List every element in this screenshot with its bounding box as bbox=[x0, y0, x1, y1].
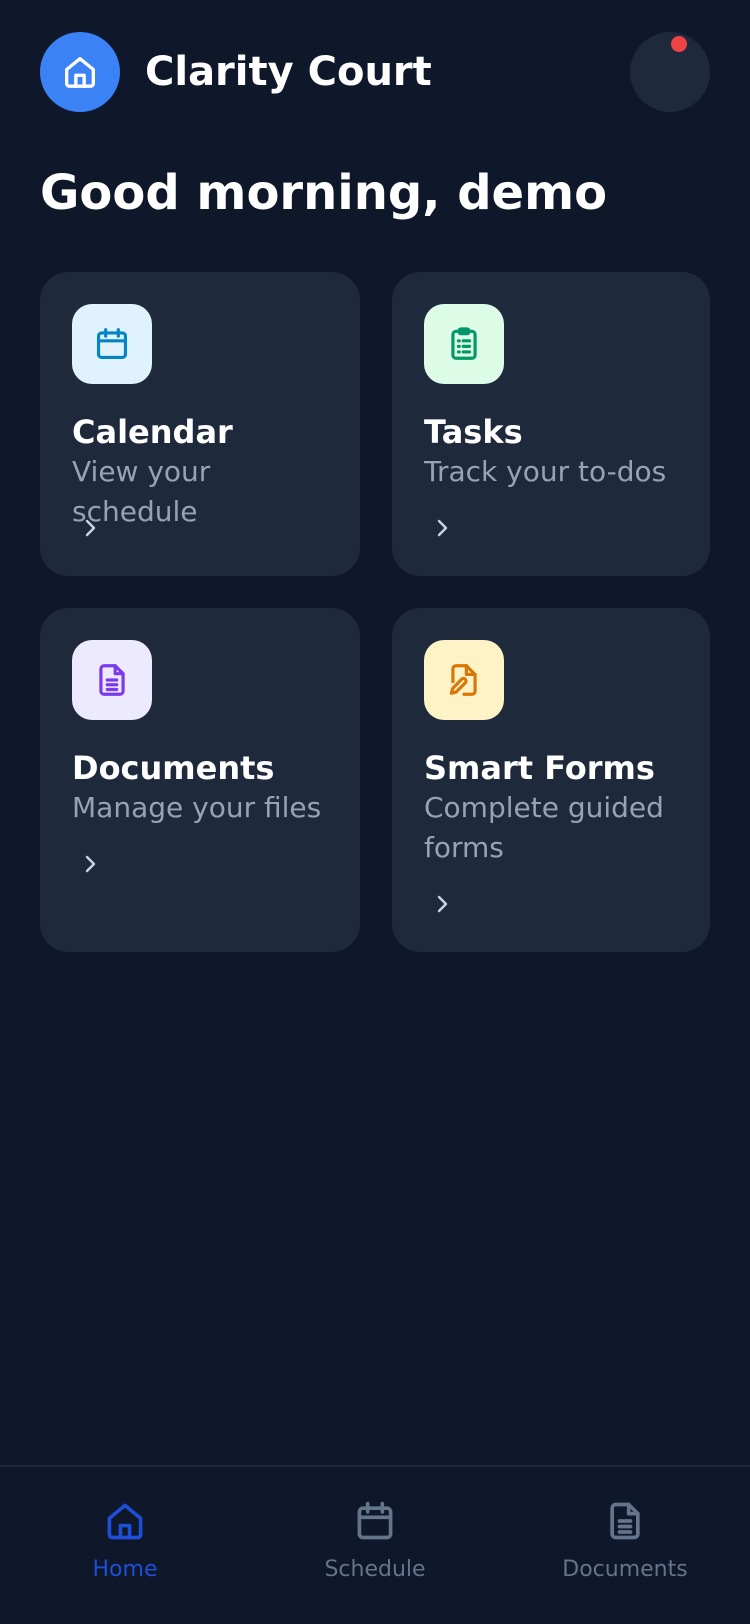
calendar-card-icon bbox=[72, 304, 152, 384]
app-title: Clarity Court bbox=[145, 49, 432, 95]
clipboard-list-icon bbox=[451, 327, 477, 360]
file-signature-icon bbox=[449, 664, 477, 696]
smart-forms-card-description: Complete guided forms bbox=[424, 791, 664, 864]
calendar-icon bbox=[357, 1501, 393, 1540]
tasks-card-icon bbox=[424, 304, 504, 384]
nav-label-documents: Documents bbox=[562, 1557, 688, 1579]
chevron-right-icon bbox=[85, 855, 96, 873]
chevron-right-icon bbox=[437, 519, 448, 537]
smart-forms-card[interactable]: Smart Forms Complete guided forms bbox=[392, 608, 710, 952]
app-header: Clarity Court bbox=[0, 0, 750, 150]
tasks-card[interactable]: Tasks Track your to-dos bbox=[392, 272, 710, 576]
nav-item-documents[interactable]: Documents bbox=[500, 1467, 750, 1579]
smart-forms-card-icon bbox=[424, 640, 504, 720]
home-icon bbox=[65, 57, 96, 88]
nav-item-schedule[interactable]: Schedule bbox=[250, 1467, 500, 1579]
file-text-icon bbox=[99, 664, 125, 696]
documents-card-title: Documents bbox=[72, 749, 275, 787]
calendar-icon bbox=[96, 328, 128, 360]
chevron-right-icon bbox=[437, 895, 448, 913]
calendar-card-description: View your schedule bbox=[72, 455, 211, 528]
smart-forms-card-title: Smart Forms bbox=[424, 749, 655, 787]
tasks-card-title: Tasks bbox=[424, 413, 523, 451]
tasks-card-description: Track your to-dos bbox=[424, 455, 667, 488]
bottom-navigation: Home Schedule Documents bbox=[0, 1465, 750, 1624]
nav-label-schedule: Schedule bbox=[324, 1557, 426, 1579]
app-logo[interactable] bbox=[40, 32, 120, 112]
calendar-card-title: Calendar bbox=[72, 413, 233, 451]
user-avatar-button[interactable] bbox=[630, 32, 710, 112]
chevron-right-icon bbox=[85, 519, 96, 537]
file-text-icon bbox=[610, 1502, 640, 1540]
greeting-heading: Good morning, demo bbox=[40, 165, 608, 221]
calendar-card[interactable]: Calendar View your schedule bbox=[40, 272, 360, 576]
documents-card-description: Manage your files bbox=[72, 791, 322, 824]
nav-item-home[interactable]: Home bbox=[0, 1467, 250, 1579]
home-icon bbox=[107, 1503, 143, 1540]
documents-card-icon bbox=[72, 640, 152, 720]
documents-card[interactable]: Documents Manage your files bbox=[40, 608, 360, 952]
notification-dot bbox=[671, 36, 687, 52]
nav-label-home: Home bbox=[92, 1557, 158, 1579]
